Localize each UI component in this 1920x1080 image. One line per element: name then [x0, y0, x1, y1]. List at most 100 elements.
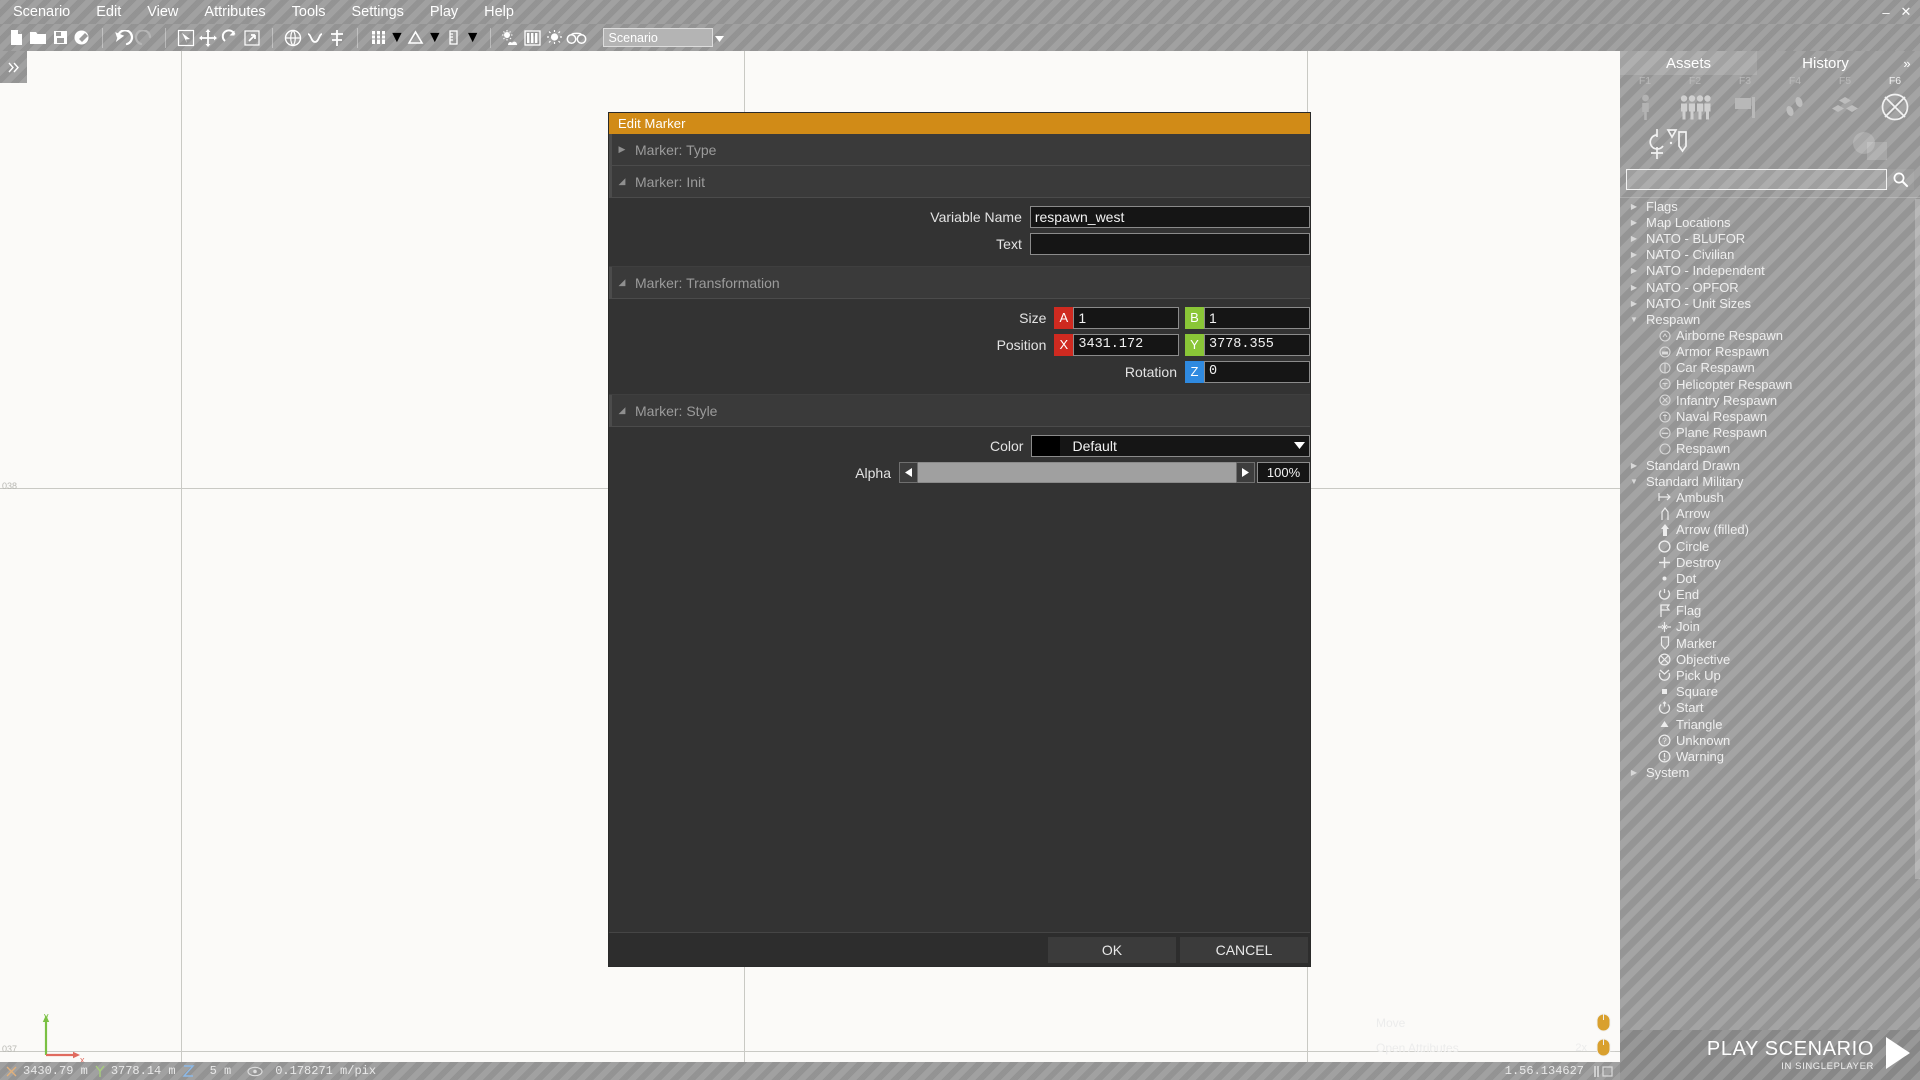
tree-leaf-naval-respawn[interactable]: Naval Respawn [1620, 408, 1920, 424]
tree-leaf-plane-respawn[interactable]: Plane Respawn [1620, 425, 1920, 441]
tree-branch-nato-opfor[interactable]: ▶ NATO - OPFOR [1620, 279, 1920, 295]
save-as-icon[interactable] [71, 27, 93, 49]
tree-leaf-triangle[interactable]: Triangle [1620, 716, 1920, 732]
tree-branch-standard-military[interactable]: ▼ Standard Military [1620, 473, 1920, 489]
menu-item-scenario[interactable]: Scenario [0, 0, 83, 24]
new-file-icon[interactable] [5, 27, 27, 49]
tree-leaf-arrow-filled[interactable]: Arrow (filled) [1620, 522, 1920, 538]
chevron-down-icon[interactable] [1294, 436, 1305, 456]
rotate-tool-icon[interactable] [219, 27, 241, 49]
terrain-dropdown[interactable]: ▼ [405, 27, 443, 49]
menu-item-play[interactable]: Play [417, 0, 471, 24]
tree-leaf-car-respawn[interactable]: Car Respawn [1620, 360, 1920, 376]
tree-leaf-warning[interactable]: Warning [1620, 748, 1920, 764]
group-header-marker-init[interactable]: ◢ Marker: Init [609, 166, 1310, 198]
asset-tree-scrollbar[interactable] [1915, 199, 1920, 879]
save-icon[interactable] [49, 27, 71, 49]
close-icon[interactable]: ✕ [1896, 4, 1916, 20]
tree-leaf-circle[interactable]: Circle [1620, 538, 1920, 554]
menu-item-view[interactable]: View [134, 0, 191, 24]
chevron-right-icon[interactable]: ▶ [1625, 768, 1643, 777]
tree-branch-map-locations[interactable]: ▶ Map Locations [1620, 214, 1920, 230]
ruler-dropdown[interactable]: ▼ [443, 27, 481, 49]
category-props[interactable] [1820, 94, 1870, 120]
size-a-input[interactable] [1073, 306, 1180, 329]
tree-leaf-join[interactable]: Join [1620, 619, 1920, 635]
tab-assets[interactable]: Assets [1620, 51, 1757, 75]
category-waypoint[interactable] [1770, 94, 1820, 120]
search-input[interactable] [1626, 169, 1887, 190]
tree-branch-system[interactable]: ▶ System [1620, 765, 1920, 781]
lighting-icon[interactable] [544, 27, 566, 49]
menu-item-settings[interactable]: Settings [339, 0, 417, 24]
grid-dropdown[interactable]: ▼ [367, 27, 405, 49]
environment-icon[interactable] [500, 27, 522, 49]
ok-button[interactable]: OK [1048, 936, 1176, 963]
position-x-input[interactable] [1073, 333, 1180, 356]
redo-icon[interactable] [134, 27, 156, 49]
tab-history[interactable]: History [1757, 51, 1894, 75]
grid-icon[interactable] [367, 27, 389, 49]
tree-branch-flags[interactable]: ▶ Flags [1620, 198, 1920, 214]
preview-icon[interactable] [566, 27, 588, 49]
menu-item-tools[interactable]: Tools [279, 0, 339, 24]
tree-leaf-helicopter-respawn[interactable]: Helicopter Respawn [1620, 376, 1920, 392]
tree-leaf-arrow[interactable]: Arrow [1620, 506, 1920, 522]
tree-leaf-airborne-respawn[interactable]: Airborne Respawn [1620, 328, 1920, 344]
search-icon[interactable] [1887, 169, 1914, 190]
size-b-input[interactable] [1204, 306, 1310, 329]
texture-icon[interactable] [522, 27, 544, 49]
variable-name-input[interactable] [1029, 205, 1310, 228]
minimize-icon[interactable]: – [1876, 5, 1896, 20]
subcategory-module[interactable] [1820, 129, 1920, 163]
globe-icon[interactable] [282, 27, 304, 49]
tree-leaf-start[interactable]: Start [1620, 700, 1920, 716]
tree-leaf-unknown[interactable]: ? Unknown [1620, 732, 1920, 748]
chevron-right-icon[interactable]: ▶ [1625, 266, 1643, 275]
select-tool-icon[interactable] [175, 27, 197, 49]
undo-icon[interactable] [112, 27, 134, 49]
tree-branch-respawn[interactable]: ▼ Respawn [1620, 311, 1920, 327]
tree-branch-nato-blufor[interactable]: ▶ NATO - BLUFOR [1620, 230, 1920, 246]
chevron-right-icon[interactable]: ▶ [1625, 283, 1643, 292]
chevron-right-icon[interactable]: ▶ [1625, 202, 1643, 211]
tree-branch-nato-independent[interactable]: ▶ NATO - Independent [1620, 263, 1920, 279]
menu-item-edit[interactable]: Edit [83, 0, 134, 24]
position-y-input[interactable] [1204, 333, 1310, 356]
align-icon[interactable] [326, 27, 348, 49]
tree-leaf-ambush[interactable]: Ambush [1620, 489, 1920, 505]
move-tool-icon[interactable] [197, 27, 219, 49]
category-flag[interactable] [1720, 94, 1770, 120]
dialog-title-bar[interactable]: Edit Marker [609, 113, 1310, 134]
left-panel-expand-handle[interactable] [0, 51, 27, 83]
tree-branch-nato-unit-sizes[interactable]: ▶ NATO - Unit Sizes [1620, 295, 1920, 311]
terrain-icon[interactable] [405, 27, 427, 49]
play-scenario-button[interactable]: PLAY SCENARIO IN SINGLEPLAYER [1620, 1030, 1920, 1080]
text-input[interactable] [1029, 232, 1310, 255]
tree-leaf-end[interactable]: End [1620, 587, 1920, 603]
chevron-right-icon[interactable]: ▶ [1625, 250, 1643, 259]
chevron-down-icon[interactable]: ▼ [1625, 477, 1643, 486]
chevron-right-icon[interactable]: ▶ [1625, 461, 1643, 470]
chevron-down-icon[interactable]: ▼ [1625, 315, 1643, 324]
tree-leaf-objective[interactable]: Objective [1620, 651, 1920, 667]
alpha-increment-button[interactable] [1236, 462, 1255, 483]
tree-leaf-pick-up[interactable]: Pick Up [1620, 667, 1920, 683]
tree-leaf-square[interactable]: Square [1620, 684, 1920, 700]
group-header-marker-transformation[interactable]: ◢ Marker: Transformation [609, 267, 1310, 299]
chevron-right-icon[interactable]: ▶ [1625, 299, 1643, 308]
open-folder-icon[interactable] [27, 27, 49, 49]
rotation-z-input[interactable] [1204, 360, 1310, 383]
chevron-right-icon[interactable]: ▶ [1625, 218, 1643, 227]
tree-branch-standard-drawn[interactable]: ▶ Standard Drawn [1620, 457, 1920, 473]
tree-leaf-marker[interactable]: Marker [1620, 635, 1920, 651]
tree-leaf-flag[interactable]: Flag [1620, 603, 1920, 619]
scale-tool-icon[interactable] [241, 27, 263, 49]
category-marker-crossed[interactable] [1870, 92, 1920, 122]
menu-item-attributes[interactable]: Attributes [191, 0, 278, 24]
tree-leaf-infantry-respawn[interactable]: Infantry Respawn [1620, 392, 1920, 408]
alpha-decrement-button[interactable] [899, 462, 918, 483]
category-single-unit[interactable] [1620, 94, 1670, 120]
tree-leaf-destroy[interactable]: Destroy [1620, 554, 1920, 570]
tree-leaf-respawn[interactable]: Respawn [1620, 441, 1920, 457]
